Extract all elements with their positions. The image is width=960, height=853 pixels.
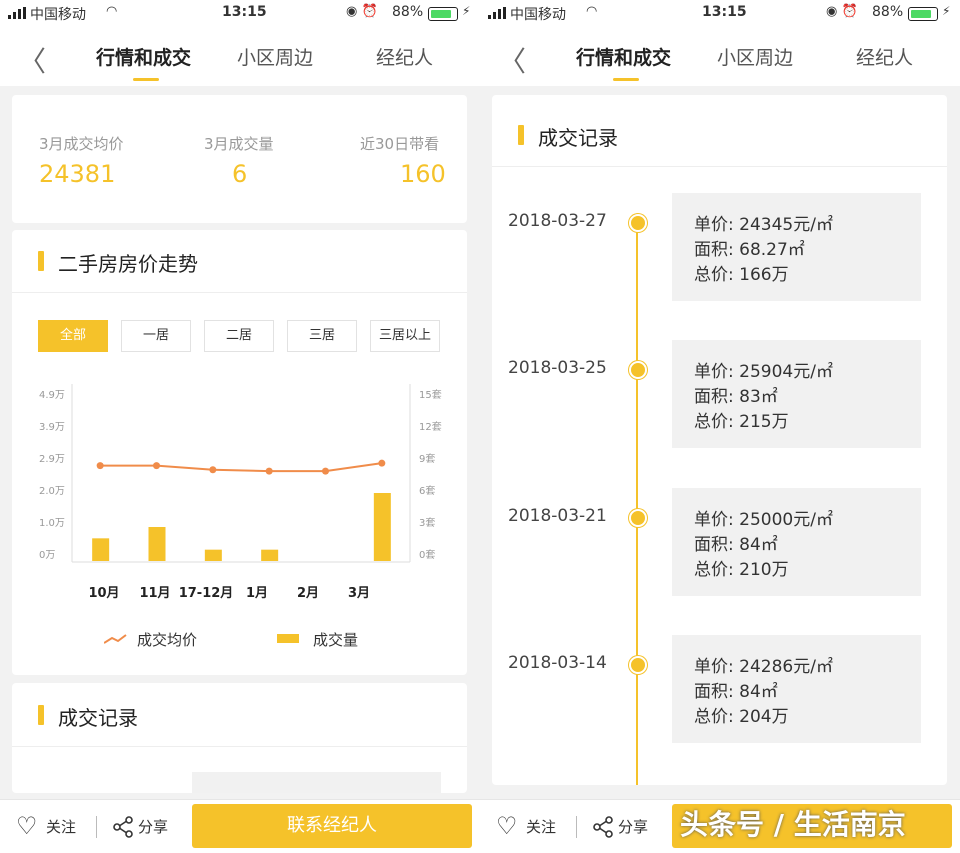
legend-line-icon	[104, 634, 127, 644]
timeline-dot	[629, 509, 647, 527]
heart-icon[interactable]: ♡	[496, 812, 518, 840]
back-icon[interactable]: 〈	[498, 40, 526, 80]
record-date: 2018-03-21	[508, 506, 607, 526]
contact-agent-button[interactable]: 联系经纪人	[192, 804, 472, 848]
record-unit-price: 单价: 25000元/㎡	[694, 510, 833, 530]
bottom-action-bar: ♡ 关注 分享 联系经纪人	[0, 799, 480, 853]
record-area: 面积: 83㎡	[694, 387, 778, 407]
record-area: 面积: 84㎡	[694, 535, 778, 555]
record-total: 总价: 166万	[694, 265, 789, 285]
legend-bar-icon	[277, 634, 299, 643]
charging-icon: ⚡	[942, 4, 951, 18]
share-icon[interactable]	[112, 816, 134, 838]
record-total: 总价: 204万	[694, 707, 789, 727]
volume-bar	[92, 538, 110, 561]
avg-price-point	[378, 459, 386, 467]
share-button[interactable]: 分享	[618, 816, 648, 837]
avg-price-point	[265, 467, 273, 475]
tab-agent[interactable]: 经纪人	[856, 43, 913, 70]
tab-nearby[interactable]: 小区周边	[717, 43, 793, 70]
divider	[12, 746, 467, 747]
volume-bar	[261, 549, 279, 561]
volume-bar	[373, 493, 391, 561]
record-item[interactable]: 单价: 24345元/㎡ 面积: 68.27㎡ 总价: 166万	[672, 193, 921, 301]
record-unit-price: 单价: 24286元/㎡	[694, 657, 833, 677]
battery-percent: 88%	[872, 4, 904, 20]
record-date: 2018-03-25	[508, 358, 607, 378]
records-title: 成交记录	[58, 706, 138, 730]
alarm-icon: ◉ ⏰	[826, 4, 858, 19]
status-bar: 中国移动 ◠ 13:15 ◉ ⏰ 88% ⚡	[480, 0, 960, 26]
timeline-dot	[629, 214, 647, 232]
avg-price-line	[100, 462, 382, 473]
timeline-dot	[629, 656, 647, 674]
x-tick-label: 3月	[347, 586, 371, 601]
volume-bar	[204, 549, 222, 561]
divider	[576, 816, 577, 838]
carrier-label: 中国移动	[510, 7, 566, 23]
record-unit-price: 单价: 25904元/㎡	[694, 362, 833, 382]
share-icon[interactable]	[592, 816, 614, 838]
record-item[interactable]: 单价: 25000元/㎡ 面积: 84㎡ 总价: 210万	[672, 488, 921, 596]
record-total: 总价: 210万	[694, 560, 789, 580]
screen-records-right: 中国移动 ◠ 13:15 ◉ ⏰ 88% ⚡ 〈 行情和成交 小区周边 经纪人 …	[480, 0, 960, 853]
avg-price-point	[153, 462, 160, 470]
record-unit-price: 单价: 24345元/㎡	[694, 215, 833, 235]
active-tab-indicator	[613, 78, 639, 81]
record-date: 2018-03-14	[508, 653, 607, 673]
watermark: 头条号 / 生活南京	[680, 808, 906, 841]
signal-icon	[488, 7, 508, 19]
trend-chart	[71, 384, 411, 563]
record-box-preview	[192, 772, 441, 793]
timeline-dot	[629, 361, 647, 379]
clock: 13:15	[702, 4, 747, 20]
record-area: 面积: 84㎡	[694, 682, 778, 702]
tab-market[interactable]: 行情和成交	[576, 43, 671, 70]
section-marker	[38, 705, 44, 725]
legend-volume: 成交量	[313, 631, 359, 649]
share-button[interactable]: 分享	[138, 816, 168, 837]
avg-price-point	[209, 466, 217, 474]
divider	[492, 166, 947, 167]
heart-icon[interactable]: ♡	[16, 812, 38, 840]
legend-avg-price: 成交均价	[137, 631, 198, 649]
section-marker	[518, 125, 524, 145]
battery-icon	[908, 7, 938, 21]
avg-price-point	[322, 467, 329, 475]
record-item[interactable]: 单价: 24286元/㎡ 面积: 84㎡ 总价: 204万	[672, 635, 921, 743]
record-total: 总价: 215万	[694, 412, 789, 432]
volume-bar	[148, 527, 166, 561]
wifi-icon: ◠	[586, 4, 598, 19]
top-nav: 〈 行情和成交 小区周边 经纪人	[480, 26, 960, 86]
follow-button[interactable]: 关注	[46, 816, 76, 837]
record-area: 面积: 68.27㎡	[694, 240, 805, 260]
record-item[interactable]: 单价: 25904元/㎡ 面积: 83㎡ 总价: 215万	[672, 340, 921, 448]
divider	[96, 816, 97, 838]
record-date: 2018-03-27	[508, 211, 607, 231]
records-title: 成交记录	[538, 126, 618, 150]
avg-price-point	[96, 462, 104, 470]
follow-button[interactable]: 关注	[526, 816, 556, 837]
timeline-line	[636, 214, 638, 785]
screen-market-left: 中国移动 ◠ 13:15 ◉ ⏰ 88% ⚡ 〈 行情和成交 小区周边 经纪人 …	[0, 0, 480, 853]
